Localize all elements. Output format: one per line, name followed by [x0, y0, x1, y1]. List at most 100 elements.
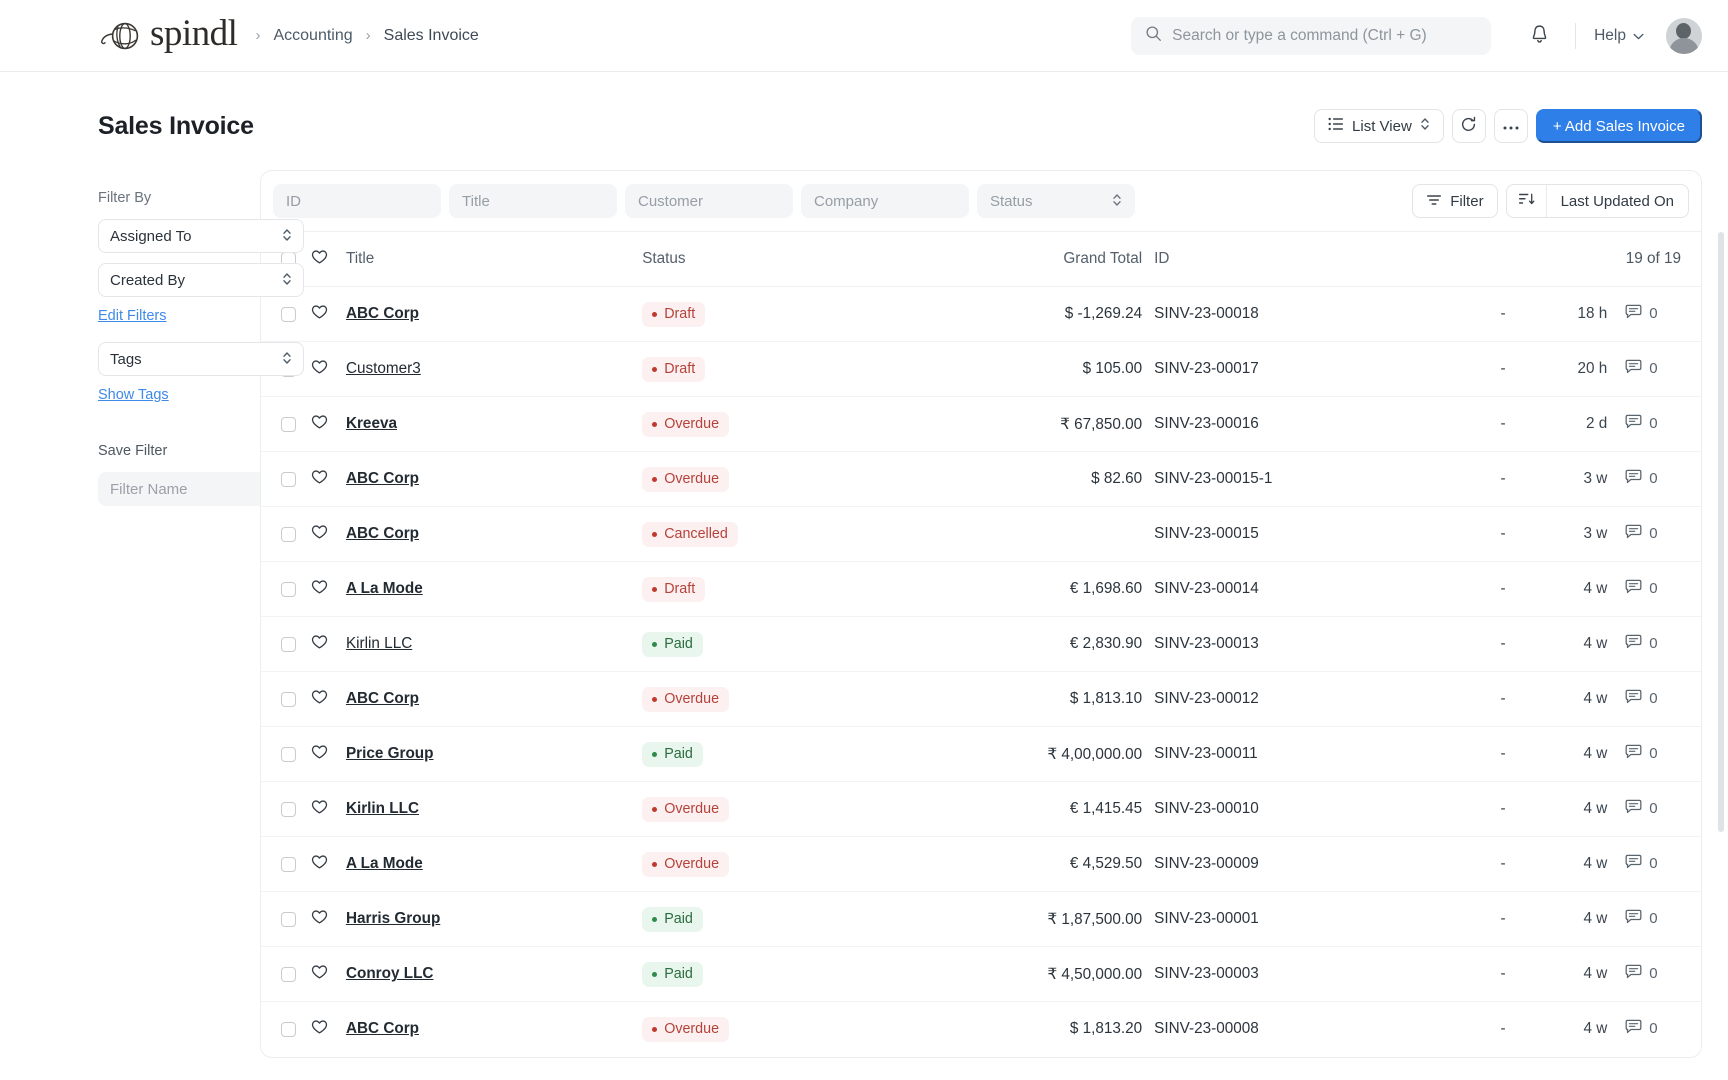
row-checkbox[interactable]	[281, 692, 296, 707]
heart-icon[interactable]	[311, 414, 346, 435]
table-row[interactable]: KreevaOverdue₹ 67,850.00SINV-23-00016-2 …	[261, 397, 1701, 452]
row-title-link[interactable]: Kreeva	[346, 415, 397, 432]
table-row[interactable]: ABC CorpOverdue$ 1,813.20SINV-23-00008-4…	[261, 1002, 1701, 1057]
row-checkbox[interactable]	[281, 912, 296, 927]
heart-icon[interactable]	[311, 524, 346, 545]
edit-filters-link[interactable]: Edit Filters	[98, 308, 167, 324]
refresh-button[interactable]	[1452, 109, 1486, 143]
row-title-link[interactable]: Price Group	[346, 745, 434, 762]
row-checkbox[interactable]	[281, 472, 296, 487]
filter-title-input[interactable]	[449, 184, 617, 218]
table-row[interactable]: Kirlin LLCOverdue€ 1,415.45SINV-23-00010…	[261, 782, 1701, 837]
filter-id-input[interactable]	[273, 184, 441, 218]
status-dot	[652, 1027, 657, 1032]
heart-icon[interactable]	[311, 469, 346, 490]
row-comment-cell[interactable]: 0	[1607, 287, 1701, 342]
brand-logo-link[interactable]: spindl	[98, 15, 237, 56]
row-title-link[interactable]: Kirlin LLC	[346, 635, 412, 652]
row-title-link[interactable]: Harris Group	[346, 910, 440, 927]
heart-icon[interactable]	[311, 909, 346, 930]
list-view-switcher-button[interactable]: List View	[1314, 109, 1444, 143]
page-scrollbar[interactable]	[1718, 232, 1724, 832]
filter-company-input[interactable]	[801, 184, 969, 218]
row-title-link[interactable]: A La Mode	[346, 855, 423, 872]
table-row[interactable]: ABC CorpDraft$ -1,269.24SINV-23-00018-18…	[261, 287, 1701, 342]
heart-icon[interactable]	[311, 689, 346, 710]
row-title-link[interactable]: Kirlin LLC	[346, 800, 419, 817]
row-comment-cell[interactable]: 0	[1607, 397, 1701, 452]
assigned-to-filter[interactable]: Assigned To	[98, 219, 304, 253]
sort-field-button[interactable]: Last Updated On	[1547, 193, 1688, 210]
status-header[interactable]: Status	[642, 232, 947, 287]
user-avatar[interactable]	[1666, 18, 1702, 54]
row-comment-cell[interactable]: 0	[1607, 562, 1701, 617]
help-menu-button[interactable]: Help	[1594, 27, 1644, 45]
row-comment-cell[interactable]: 0	[1607, 837, 1701, 892]
tags-filter[interactable]: Tags	[98, 342, 304, 376]
filter-status-select[interactable]: Status	[977, 184, 1135, 218]
row-checkbox[interactable]	[281, 307, 296, 322]
row-checkbox[interactable]	[281, 967, 296, 982]
row-title-link[interactable]: ABC Corp	[346, 1020, 419, 1037]
row-title-link[interactable]: ABC Corp	[346, 690, 419, 707]
heart-icon[interactable]	[311, 359, 346, 380]
table-row[interactable]: ABC CorpCancelledSINV-23-00015-3 w0	[261, 507, 1701, 562]
row-checkbox[interactable]	[281, 527, 296, 542]
created-by-filter[interactable]: Created By	[98, 263, 304, 297]
show-tags-link[interactable]: Show Tags	[98, 387, 169, 403]
grand-total-header[interactable]: Grand Total	[947, 232, 1154, 287]
table-row[interactable]: Price GroupPaid₹ 4,00,000.00SINV-23-0001…	[261, 727, 1701, 782]
table-row[interactable]: Kirlin LLCPaid€ 2,830.90SINV-23-00013-4 …	[261, 617, 1701, 672]
row-comment-cell[interactable]: 0	[1607, 727, 1701, 782]
add-sales-invoice-button[interactable]: + Add Sales Invoice	[1536, 109, 1702, 143]
row-title-link[interactable]: Customer3	[346, 360, 421, 377]
table-row[interactable]: Conroy LLCPaid₹ 4,50,000.00SINV-23-00003…	[261, 947, 1701, 1002]
row-title-link[interactable]: ABC Corp	[346, 525, 419, 542]
row-comment-cell[interactable]: 0	[1607, 617, 1701, 672]
row-comment-cell[interactable]: 0	[1607, 947, 1701, 1002]
table-row[interactable]: ABC CorpOverdue$ 82.60SINV-23-00015-1-3 …	[261, 452, 1701, 507]
notifications-button[interactable]	[1521, 18, 1557, 54]
breadcrumb-item-accounting[interactable]: Accounting	[273, 27, 352, 45]
row-checkbox[interactable]	[281, 857, 296, 872]
table-row[interactable]: Harris GroupPaid₹ 1,87,500.00SINV-23-000…	[261, 892, 1701, 947]
table-row[interactable]: Customer3Draft$ 105.00SINV-23-00017-20 h…	[261, 342, 1701, 397]
search-input[interactable]: Search or type a command (Ctrl + G)	[1131, 17, 1491, 55]
row-checkbox[interactable]	[281, 1022, 296, 1037]
row-comment-cell[interactable]: 0	[1607, 892, 1701, 947]
heart-icon[interactable]	[311, 304, 346, 325]
heart-icon[interactable]	[311, 799, 346, 820]
heart-icon[interactable]	[311, 579, 346, 600]
sort-direction-button[interactable]	[1507, 185, 1547, 217]
row-checkbox[interactable]	[281, 802, 296, 817]
row-title-link[interactable]: A La Mode	[346, 580, 423, 597]
heart-icon[interactable]	[311, 1019, 346, 1040]
id-header[interactable]: ID	[1154, 232, 1383, 287]
row-checkbox[interactable]	[281, 582, 296, 597]
filter-customer-input[interactable]	[625, 184, 793, 218]
row-comment-cell[interactable]: 0	[1607, 1002, 1701, 1057]
heart-icon[interactable]	[311, 964, 346, 985]
row-comment-cell[interactable]: 0	[1607, 452, 1701, 507]
row-comment-cell[interactable]: 0	[1607, 342, 1701, 397]
heart-icon[interactable]	[311, 634, 346, 655]
row-checkbox[interactable]	[281, 637, 296, 652]
row-comment-cell[interactable]: 0	[1607, 782, 1701, 837]
row-comment-cell[interactable]: 0	[1607, 507, 1701, 562]
table-row[interactable]: A La ModeOverdue€ 4,529.50SINV-23-00009-…	[261, 837, 1701, 892]
row-comment-cell[interactable]: 0	[1607, 672, 1701, 727]
row-checkbox[interactable]	[281, 417, 296, 432]
row-modified-cell: 4 w	[1514, 672, 1608, 727]
table-row[interactable]: ABC CorpOverdue$ 1,813.10SINV-23-00012-4…	[261, 672, 1701, 727]
row-title-link[interactable]: ABC Corp	[346, 470, 419, 487]
filter-button[interactable]: Filter	[1412, 184, 1497, 218]
heart-icon[interactable]	[311, 854, 346, 875]
row-checkbox[interactable]	[281, 747, 296, 762]
table-row[interactable]: A La ModeDraft€ 1,698.60SINV-23-00014-4 …	[261, 562, 1701, 617]
row-title-link[interactable]: ABC Corp	[346, 305, 419, 322]
heart-icon[interactable]	[311, 744, 346, 765]
row-title-link[interactable]: Conroy LLC	[346, 965, 434, 982]
breadcrumb-item-sales-invoice[interactable]: Sales Invoice	[384, 27, 479, 45]
title-header[interactable]: Title	[346, 232, 642, 287]
more-options-button[interactable]	[1494, 109, 1528, 143]
